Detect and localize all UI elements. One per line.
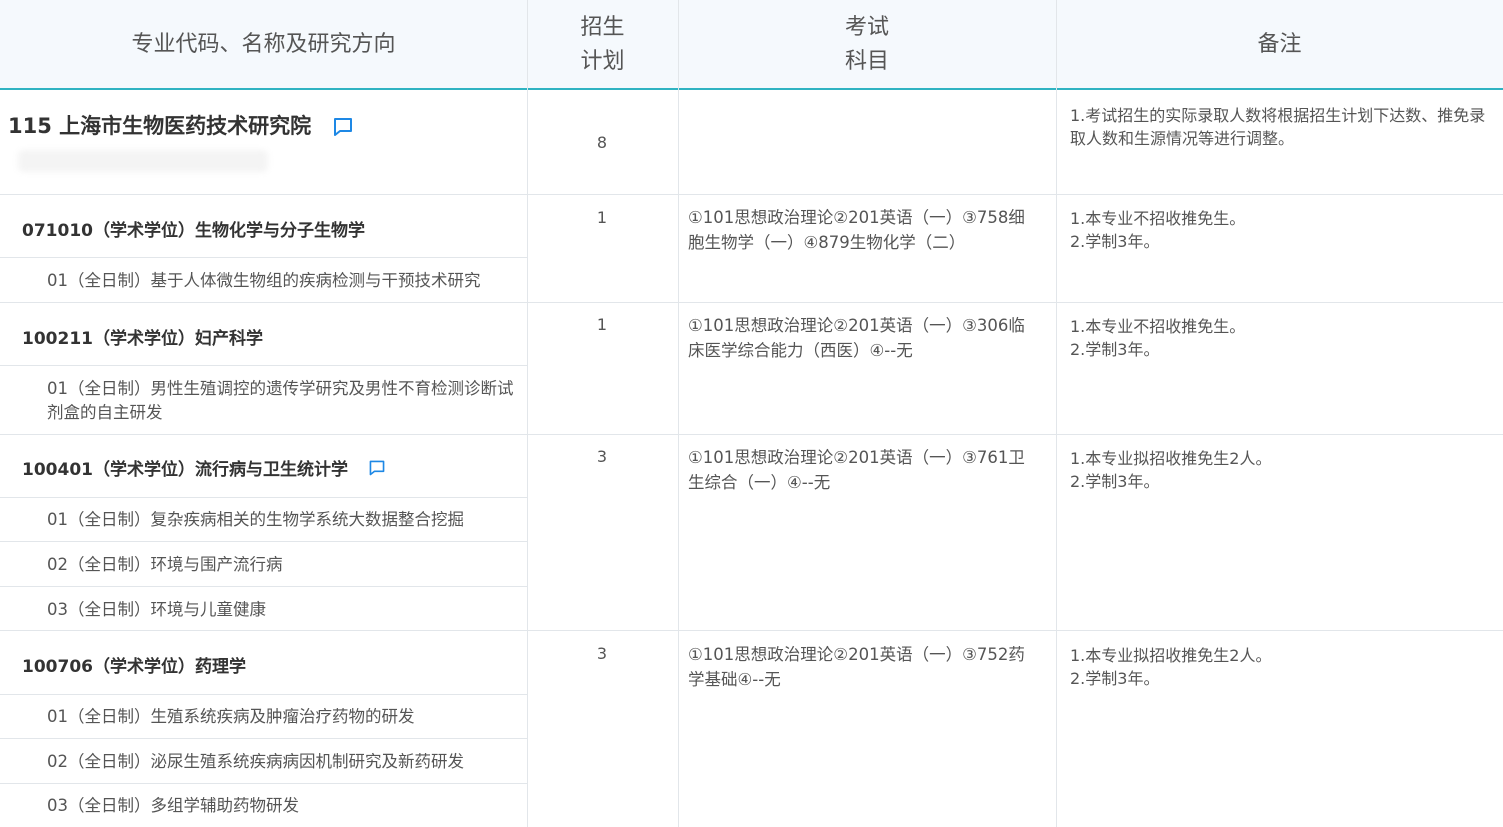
exam-subjects: ①101思想政治理论②201英语（一）③758细胞生物学（一）④879生物化学（… — [688, 205, 1040, 255]
research-direction: 03（全日制）多组学辅助药物研发 — [47, 794, 299, 818]
research-direction: 01（全日制）基于人体微生物组的疾病检测与干预技术研究 — [47, 269, 481, 293]
major-title[interactable]: 071010（学术学位）生物化学与分子生物学 — [22, 216, 365, 241]
major-note: 1.本专业拟招收推免生2人。 2.学制3年。 — [1070, 644, 1495, 690]
header-subjects: 考试科目 — [678, 0, 1056, 90]
blurred-info — [18, 150, 268, 172]
major-note: 1.本专业拟招收推免生2人。 2.学制3年。 — [1070, 447, 1495, 493]
major-note: 1.本专业不招收推免生。 2.学制3年。 — [1070, 315, 1495, 361]
row-divider — [0, 586, 527, 587]
research-direction: 03（全日制）环境与儿童健康 — [47, 598, 266, 622]
institution-note: 1.考试招生的实际录取人数将根据招生计划下达数、推免录取人数和生源情况等进行调整… — [1070, 104, 1495, 150]
major-title[interactable]: 100401（学术学位）流行病与卫生统计学 — [22, 455, 386, 482]
row-divider — [0, 257, 527, 258]
row-divider — [0, 302, 1503, 303]
exam-subjects: ①101思想政治理论②201英语（一）③306临床医学综合能力（西医）④--无 — [688, 313, 1040, 363]
institution-plan: 8 — [527, 133, 677, 152]
major-plan: 3 — [527, 644, 677, 663]
row-divider — [0, 541, 527, 542]
header-major: 专业代码、名称及研究方向 — [0, 0, 527, 90]
row-divider — [0, 194, 1503, 195]
research-direction: 01（全日制）复杂疾病相关的生物学系统大数据整合挖掘 — [47, 508, 464, 532]
header-plan: 招生计划 — [527, 0, 678, 90]
row-divider — [0, 434, 1503, 435]
column-divider — [1056, 0, 1057, 827]
comment-icon[interactable] — [332, 116, 354, 142]
row-divider — [0, 497, 527, 498]
column-divider — [527, 0, 528, 827]
major-note: 1.本专业不招收推免生。 2.学制3年。 — [1070, 207, 1495, 253]
major-plan: 1 — [527, 208, 677, 227]
row-divider — [0, 365, 527, 366]
exam-subjects: ①101思想政治理论②201英语（一）③752药学基础④--无 — [688, 642, 1040, 692]
row-divider — [0, 694, 527, 695]
major-title[interactable]: 100706（学术学位）药理学 — [22, 652, 246, 677]
research-direction: 02（全日制）环境与围产流行病 — [47, 553, 283, 577]
research-direction: 01（全日制）生殖系统疾病及肿瘤治疗药物的研发 — [47, 705, 415, 729]
comment-icon[interactable] — [368, 459, 386, 482]
major-plan: 1 — [527, 315, 677, 334]
research-direction: 01（全日制）男性生殖调控的遗传学研究及男性不育检测诊断试剂盒的自主研发 — [47, 377, 515, 425]
research-direction: 02（全日制）泌尿生殖系统疾病病因机制研究及新药研发 — [47, 750, 464, 774]
institution-name[interactable]: 115 上海市生物医药技术研究院 — [8, 114, 311, 138]
header-notes: 备注 — [1056, 0, 1503, 90]
column-divider — [678, 0, 679, 827]
major-title[interactable]: 100211（学术学位）妇产科学 — [22, 324, 263, 349]
institution-row: 115 上海市生物医药技术研究院 — [8, 110, 354, 142]
major-plan: 3 — [527, 447, 677, 466]
row-divider — [0, 630, 1503, 631]
row-divider — [0, 783, 527, 784]
row-divider — [0, 738, 527, 739]
exam-subjects: ①101思想政治理论②201英语（一）③761卫生综合（一）④--无 — [688, 445, 1040, 495]
